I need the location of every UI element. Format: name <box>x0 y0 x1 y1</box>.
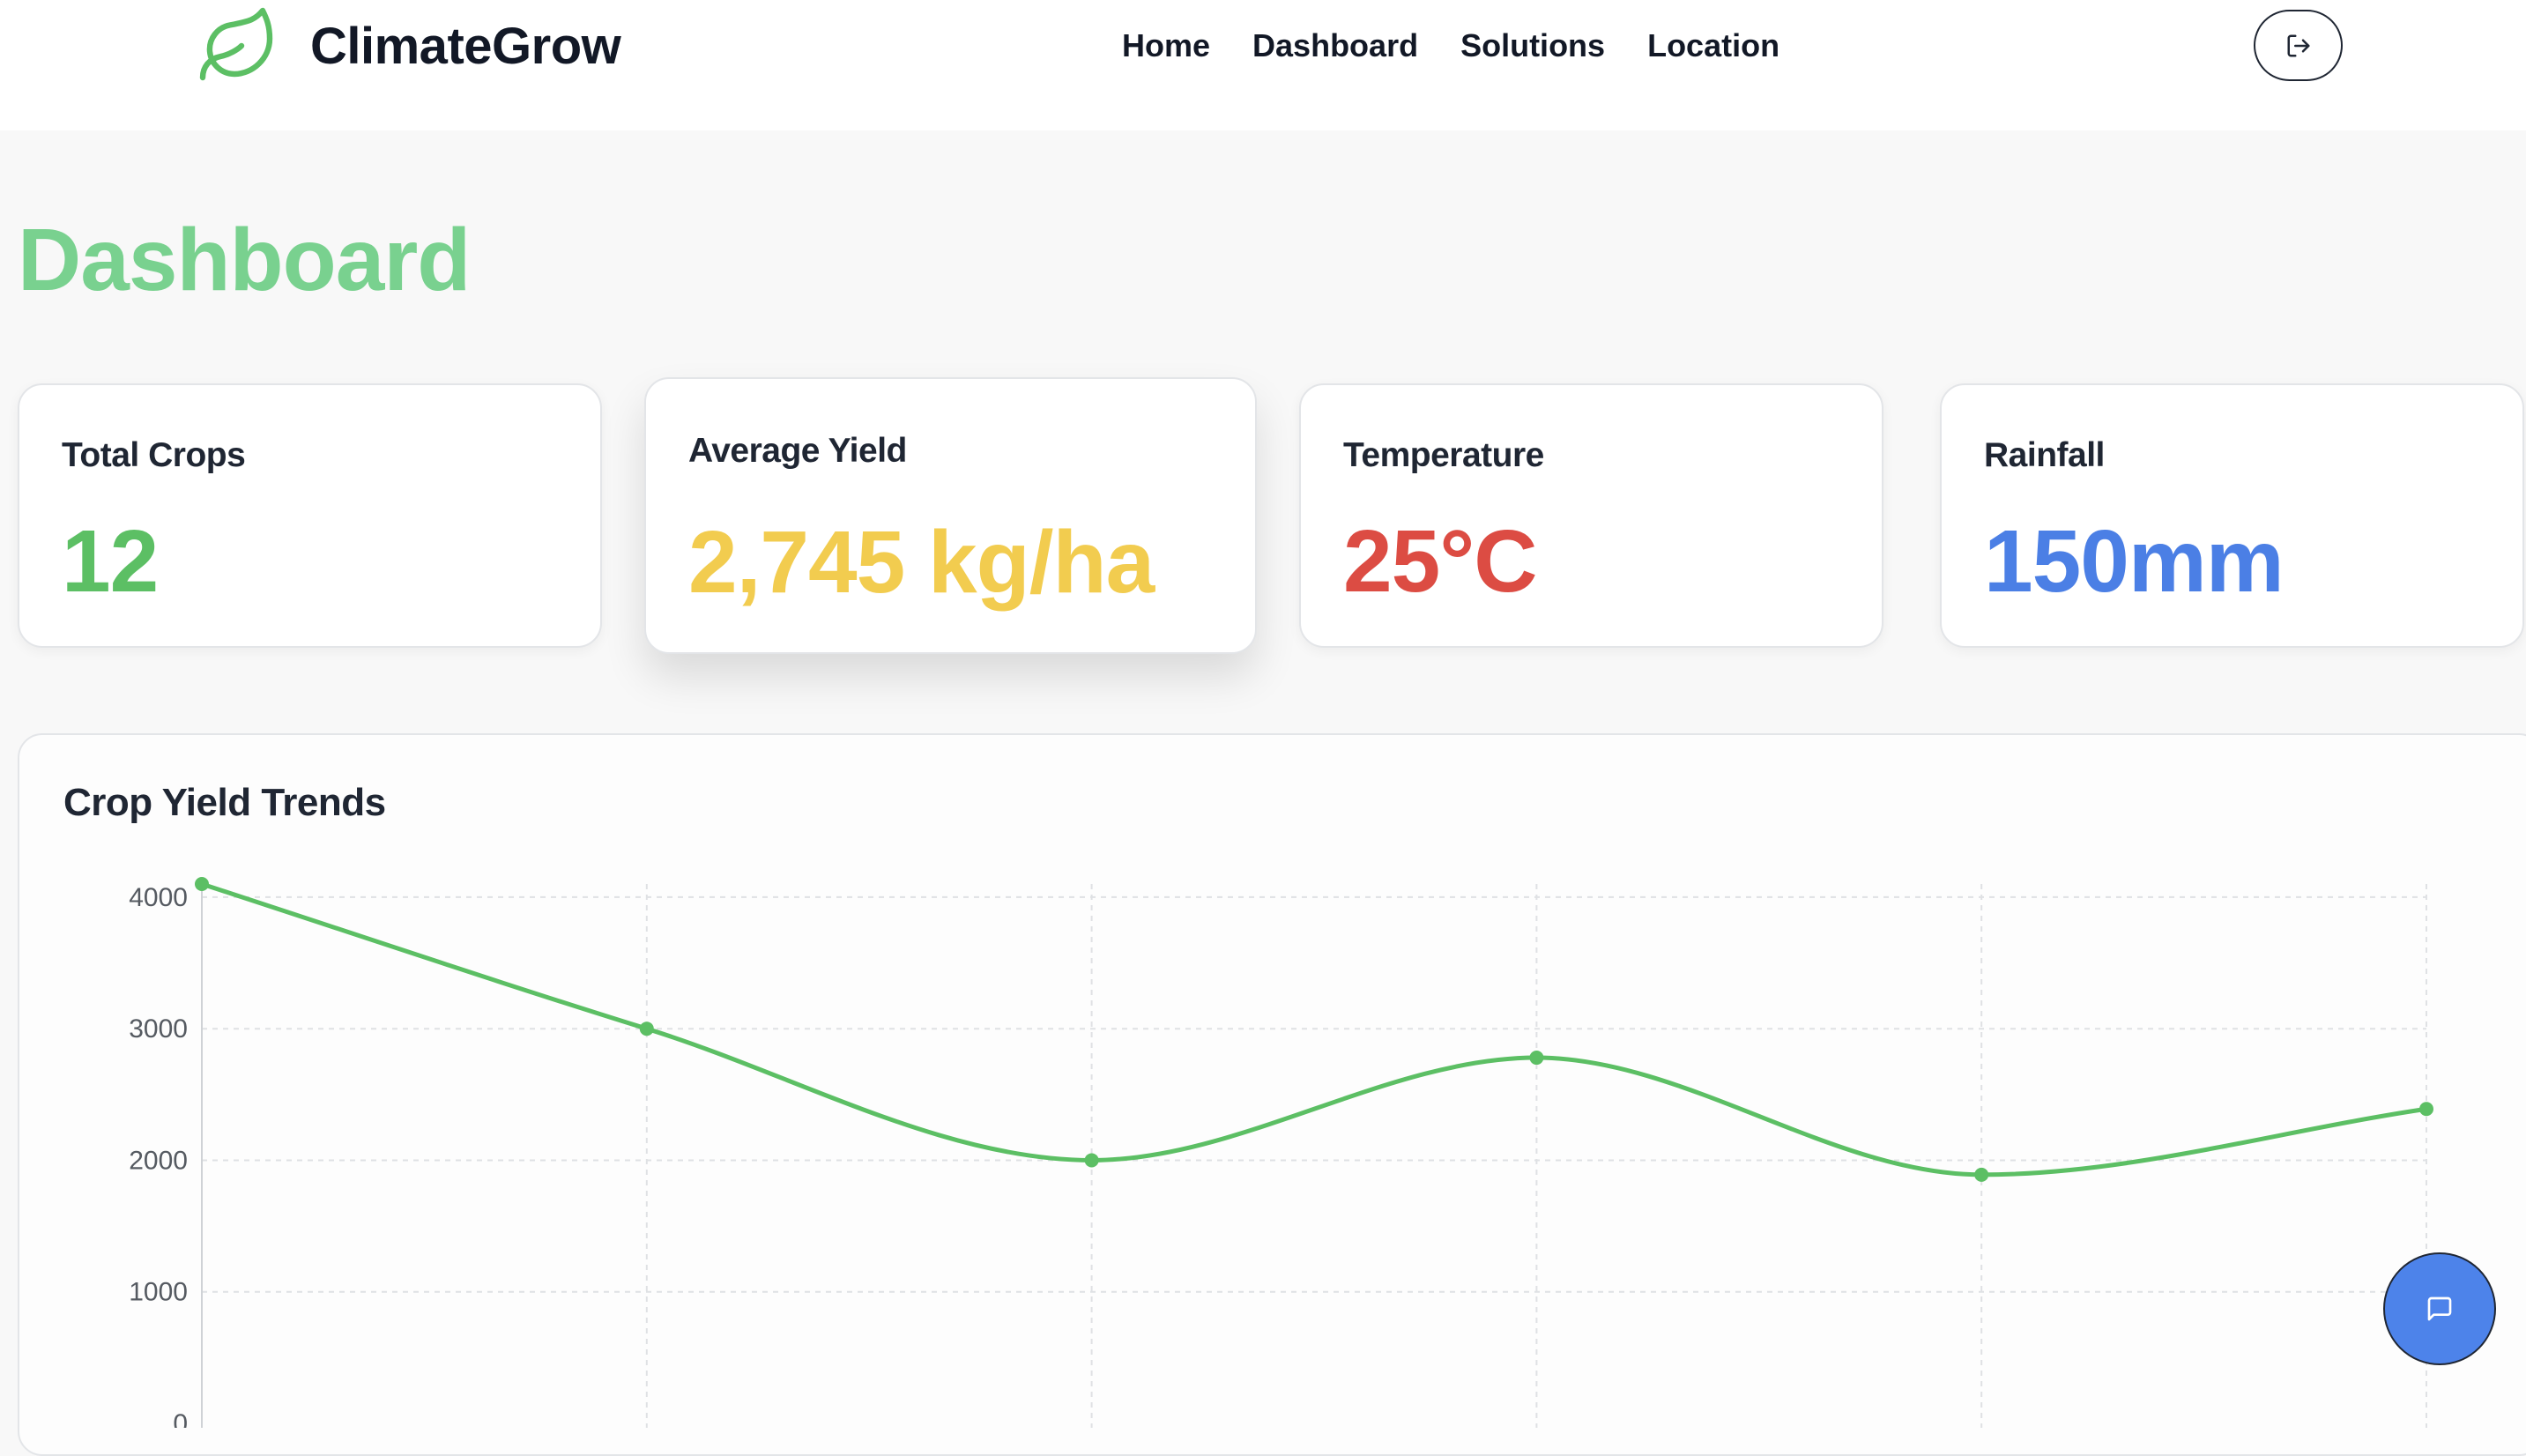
stat-card-total-crops: Total Crops 12 <box>18 383 602 648</box>
top-navigation-bar: ClimateGrow Home Dashboard Solutions Loc… <box>0 0 2526 130</box>
stat-card-average-yield: Average Yield 2,745 kg/ha <box>644 377 1257 654</box>
stat-label: Average Yield <box>688 432 907 470</box>
leaf-icon <box>199 7 273 81</box>
stat-label: Total Crops <box>62 436 246 474</box>
stat-value: 150mm <box>1984 512 2285 611</box>
stat-value: 12 <box>62 512 159 611</box>
main-nav: Home Dashboard Solutions Location <box>1122 0 1822 92</box>
chart-title: Crop Yield Trends <box>63 781 386 824</box>
nav-link-location[interactable]: Location <box>1647 27 1779 64</box>
stat-value: 25°C <box>1343 512 1537 611</box>
stat-value: 2,745 kg/ha <box>688 513 1155 612</box>
stat-card-temperature: Temperature 25°C <box>1299 383 1883 648</box>
page-title: Dashboard <box>18 211 471 309</box>
logout-icon <box>2287 34 2309 56</box>
nav-link-dashboard[interactable]: Dashboard <box>1252 27 1418 64</box>
nav-link-solutions[interactable]: Solutions <box>1460 27 1605 64</box>
brand[interactable]: ClimateGrow <box>196 0 621 92</box>
chat-bubble-icon <box>2427 1296 2452 1321</box>
brand-name: ClimateGrow <box>310 17 621 75</box>
stat-label: Rainfall <box>1984 436 2105 474</box>
nav-link-home[interactable]: Home <box>1122 27 1210 64</box>
stat-label: Temperature <box>1343 436 1544 474</box>
stat-card-rainfall: Rainfall 150mm <box>1940 383 2524 648</box>
logout-button[interactable] <box>2254 10 2343 81</box>
chart-panel: Crop Yield Trends <box>18 733 2526 1456</box>
chat-button[interactable] <box>2383 1252 2496 1365</box>
